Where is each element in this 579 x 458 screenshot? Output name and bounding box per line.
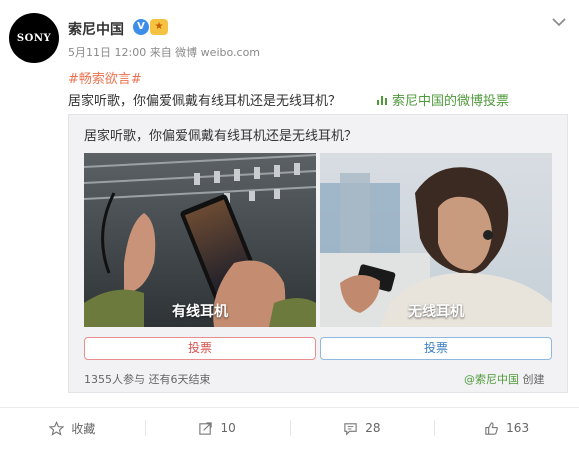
vote-option-caption: 有线耳机 bbox=[172, 304, 228, 320]
thumbs-up-icon bbox=[485, 421, 499, 435]
vote-creator-link[interactable]: @索尼中国 bbox=[464, 373, 519, 386]
post-text: 居家听歌，你偏爱佩戴有线耳机还是无线耳机？ bbox=[68, 94, 342, 109]
poll-icon bbox=[377, 95, 387, 105]
repost-count: 10 bbox=[220, 421, 236, 435]
comment-button[interactable]: 28 bbox=[289, 408, 435, 448]
vote-link[interactable]: 索尼中国的微博投票 bbox=[376, 90, 509, 109]
vote-option-image-wireless[interactable]: 无线耳机 bbox=[320, 153, 552, 327]
like-count: 163 bbox=[506, 421, 530, 435]
post-meta: 5月11日 12:00 来自 微博 weibo.com bbox=[68, 46, 261, 59]
vote-option-image-wired[interactable]: 有线耳机 bbox=[84, 153, 316, 327]
repost-button[interactable]: 10 bbox=[144, 408, 290, 448]
like-button[interactable]: 163 bbox=[434, 408, 579, 448]
comment-count: 28 bbox=[365, 421, 381, 435]
vote-button-wireless[interactable]: 投票 bbox=[320, 337, 552, 360]
member-badge-icon: ★ bbox=[150, 19, 168, 35]
star-icon bbox=[49, 420, 65, 436]
user-name[interactable]: 索尼中国 bbox=[68, 19, 124, 39]
avatar-logo-text: SONY bbox=[16, 32, 52, 44]
verified-badge-icon: V bbox=[133, 19, 149, 35]
vote-stats: 1355人参与 还有6天结束 bbox=[84, 373, 211, 386]
vote-link-label: 索尼中国的微博投票 bbox=[392, 94, 510, 109]
hashtag-link[interactable]: #畅索欲言# bbox=[68, 68, 142, 87]
chevron-down-icon[interactable] bbox=[549, 14, 569, 30]
comment-icon bbox=[344, 422, 357, 435]
vote-question: 居家听歌，你偏爱佩戴有线耳机还是无线耳机？ bbox=[84, 129, 358, 144]
vote-creator: @索尼中国 创建 bbox=[464, 371, 545, 387]
favorite-button[interactable]: 收藏 bbox=[0, 408, 145, 448]
vote-creator-suffix: 创建 bbox=[519, 373, 545, 386]
favorite-label: 收藏 bbox=[71, 421, 96, 436]
vote-button-wired[interactable]: 投票 bbox=[84, 337, 316, 360]
repost-icon bbox=[199, 421, 213, 435]
avatar[interactable]: SONY bbox=[9, 13, 59, 63]
vote-option-caption: 无线耳机 bbox=[408, 304, 464, 320]
action-bar: 收藏 10 28 163 bbox=[0, 408, 579, 448]
